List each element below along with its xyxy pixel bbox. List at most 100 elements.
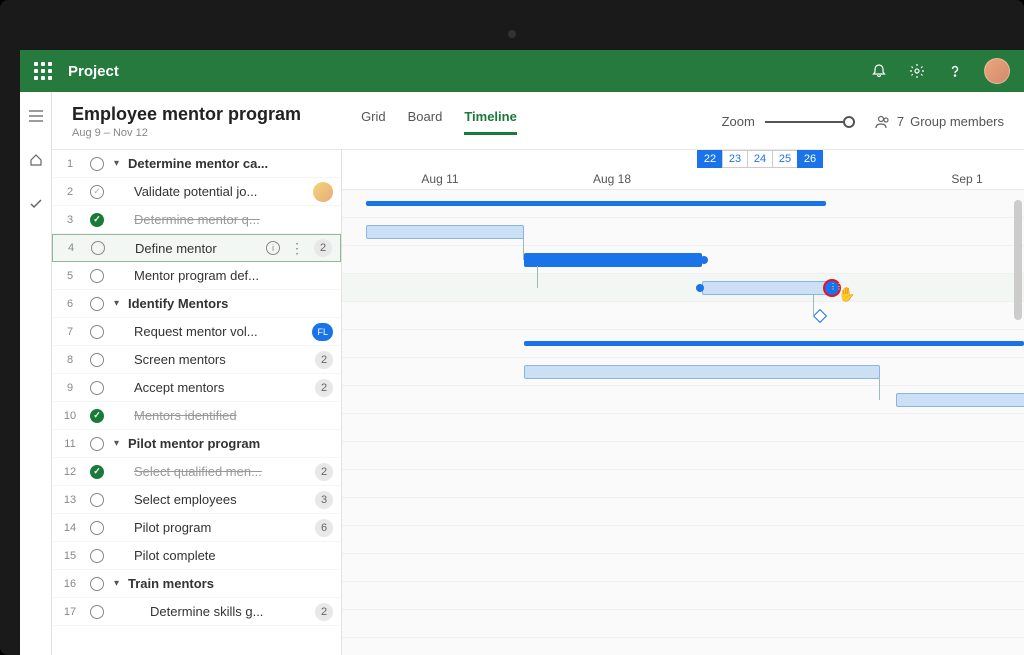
task-name: Accept mentors bbox=[114, 380, 311, 395]
task-row[interactable]: 15Pilot complete bbox=[52, 542, 341, 570]
task-number: 12 bbox=[60, 466, 80, 478]
gantt-bar[interactable] bbox=[524, 365, 880, 379]
task-row[interactable]: 5Mentor program def... bbox=[52, 262, 341, 290]
gantt-row[interactable] bbox=[342, 582, 1024, 610]
task-checkbox[interactable] bbox=[90, 353, 104, 367]
gantt-row[interactable] bbox=[342, 470, 1024, 498]
home-icon[interactable] bbox=[20, 146, 52, 174]
task-row[interactable]: 17Determine skills g...2 bbox=[52, 598, 341, 626]
task-row[interactable]: 9Accept mentors2 bbox=[52, 374, 341, 402]
task-row[interactable]: 1▾Determine mentor ca... bbox=[52, 150, 341, 178]
task-checkbox[interactable] bbox=[90, 605, 104, 619]
menu-icon[interactable] bbox=[20, 102, 52, 130]
zoom-label: Zoom bbox=[722, 114, 755, 129]
task-row[interactable]: 2Validate potential jo... bbox=[52, 178, 341, 206]
gantt-row[interactable] bbox=[342, 190, 1024, 218]
gantt-bar[interactable] bbox=[702, 281, 832, 295]
task-name: Pilot complete bbox=[114, 548, 333, 563]
help-icon[interactable] bbox=[946, 62, 964, 80]
task-count-badge: 2 bbox=[315, 379, 333, 397]
chevron-down-icon[interactable]: ▾ bbox=[114, 578, 124, 589]
gantt-row[interactable] bbox=[342, 498, 1024, 526]
task-row[interactable]: 16▾Train mentors bbox=[52, 570, 341, 598]
task-checkbox[interactable] bbox=[90, 549, 104, 563]
gantt-row[interactable] bbox=[342, 610, 1024, 638]
gantt-row[interactable]: ✋ bbox=[342, 274, 1024, 302]
task-checkbox[interactable] bbox=[90, 465, 104, 479]
task-checkbox[interactable] bbox=[90, 157, 104, 171]
settings-icon[interactable] bbox=[908, 62, 926, 80]
notifications-icon[interactable] bbox=[870, 62, 888, 80]
date-label: Aug 18 bbox=[593, 172, 631, 186]
task-checkbox[interactable] bbox=[90, 521, 104, 535]
chevron-down-icon[interactable]: ▾ bbox=[114, 438, 124, 449]
task-name: Select qualified men... bbox=[114, 464, 311, 479]
assignee-avatar[interactable] bbox=[313, 182, 333, 202]
gantt-row[interactable] bbox=[342, 638, 1024, 655]
task-checkbox[interactable] bbox=[90, 493, 104, 507]
tab-board[interactable]: Board bbox=[408, 109, 443, 135]
gantt-row[interactable] bbox=[342, 218, 1024, 246]
task-checkbox[interactable] bbox=[90, 269, 104, 283]
task-checkbox[interactable] bbox=[90, 325, 104, 339]
task-row[interactable]: 8Screen mentors2 bbox=[52, 346, 341, 374]
task-name: Screen mentors bbox=[114, 352, 311, 367]
gantt-bar[interactable] bbox=[896, 393, 1024, 407]
info-icon[interactable]: i bbox=[266, 241, 280, 255]
gantt-row[interactable] bbox=[342, 386, 1024, 414]
task-checkbox[interactable] bbox=[90, 437, 104, 451]
gantt-row[interactable] bbox=[342, 442, 1024, 470]
gantt-row[interactable] bbox=[342, 358, 1024, 386]
task-number: 3 bbox=[60, 214, 80, 226]
gantt-bar[interactable] bbox=[524, 253, 702, 267]
task-row[interactable]: 13Select employees3 bbox=[52, 486, 341, 514]
task-name: Mentors identified bbox=[114, 408, 333, 423]
task-row[interactable]: 7Request mentor vol...FL bbox=[52, 318, 341, 346]
task-row[interactable]: 11▾Pilot mentor program bbox=[52, 430, 341, 458]
chevron-down-icon[interactable]: ▾ bbox=[114, 158, 124, 169]
gantt-bar[interactable] bbox=[366, 225, 524, 239]
task-checkbox[interactable] bbox=[91, 241, 105, 255]
task-checkbox[interactable] bbox=[90, 409, 104, 423]
task-checkbox[interactable] bbox=[90, 297, 104, 311]
vertical-scrollbar[interactable] bbox=[1014, 200, 1022, 320]
task-row[interactable]: 4Define mentori⋮2 bbox=[52, 234, 341, 262]
gantt-row[interactable] bbox=[342, 554, 1024, 582]
chevron-down-icon[interactable]: ▾ bbox=[114, 298, 124, 309]
gantt-row[interactable] bbox=[342, 302, 1024, 330]
task-number: 2 bbox=[60, 186, 80, 198]
gantt-bar[interactable] bbox=[366, 201, 826, 206]
gantt-row[interactable] bbox=[342, 246, 1024, 274]
dependency-line bbox=[879, 378, 880, 400]
assignee-badge[interactable]: FL bbox=[312, 323, 333, 341]
gantt-row[interactable] bbox=[342, 330, 1024, 358]
task-count-badge: 2 bbox=[314, 239, 332, 257]
task-row[interactable]: 3Determine mentor q... bbox=[52, 206, 341, 234]
task-checkbox[interactable] bbox=[90, 577, 104, 591]
task-name: Identify Mentors bbox=[128, 296, 333, 311]
task-number: 6 bbox=[60, 298, 80, 310]
gantt-bar[interactable] bbox=[524, 341, 1024, 346]
task-checkbox[interactable] bbox=[90, 381, 104, 395]
gantt-chart[interactable]: Aug 11Aug 18Sep 1Aug3dAug2223242526 ✋ bbox=[342, 150, 1024, 655]
check-icon[interactable] bbox=[20, 190, 52, 218]
task-number: 13 bbox=[60, 494, 80, 506]
zoom-slider[interactable] bbox=[765, 121, 855, 123]
user-avatar[interactable] bbox=[984, 58, 1010, 84]
gantt-row[interactable] bbox=[342, 526, 1024, 554]
left-rail bbox=[20, 92, 52, 655]
task-row[interactable]: 10 Mentors identified bbox=[52, 402, 341, 430]
app-launcher-icon[interactable] bbox=[34, 62, 52, 80]
group-members-button[interactable]: 7 Group members bbox=[875, 114, 1004, 130]
date-range-picker[interactable]: Aug3dAug2223242526 bbox=[698, 150, 823, 168]
task-row[interactable]: 6 ▾ Identify Mentors bbox=[52, 290, 341, 318]
task-row[interactable]: 12Select qualified men...2 bbox=[52, 458, 341, 486]
gantt-row[interactable] bbox=[342, 414, 1024, 442]
task-checkbox[interactable] bbox=[90, 213, 104, 227]
tab-grid[interactable]: Grid bbox=[361, 109, 386, 135]
task-row[interactable]: 14Pilot program6 bbox=[52, 514, 341, 542]
more-icon[interactable]: ⋮ bbox=[290, 240, 304, 257]
task-checkbox[interactable] bbox=[90, 185, 104, 199]
tab-timeline[interactable]: Timeline bbox=[464, 109, 517, 135]
task-number: 10 bbox=[60, 410, 80, 422]
